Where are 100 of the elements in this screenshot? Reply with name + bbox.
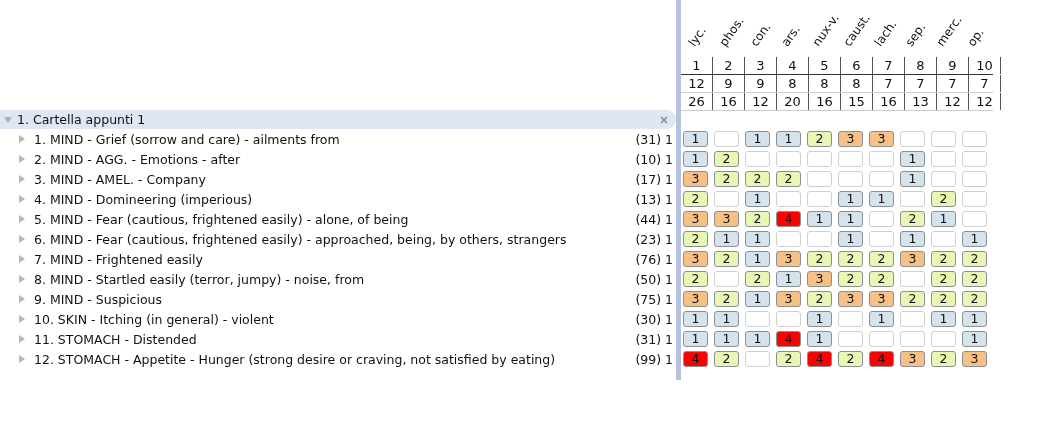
grade-cell: 2 (869, 271, 894, 287)
rubric-label[interactable]: 5. MIND - Fear (cautious, frightened easily) - alone, of being (34, 211, 636, 227)
expand-arrow-icon[interactable] (18, 295, 26, 303)
grade-cell: 1 (900, 231, 925, 247)
grade-cell: 1 (931, 311, 956, 327)
empty-grade-cell (776, 191, 801, 207)
grade-cell: 2 (962, 251, 987, 267)
grade-cell: 1 (714, 311, 739, 327)
grade-cell: 1 (745, 331, 770, 347)
empty-grade-cell (900, 271, 925, 287)
empty-grade-cell (962, 191, 987, 207)
grade-cell: 2 (962, 291, 987, 307)
expand-arrow-icon[interactable] (18, 235, 26, 243)
empty-grade-cell (962, 151, 987, 167)
empty-grade-cell (745, 151, 770, 167)
count-cell: 7 (873, 75, 905, 92)
empty-grade-cell (931, 171, 956, 187)
expand-arrow-icon[interactable] (18, 175, 26, 183)
grade-cell: 1 (838, 211, 863, 227)
grade-cell: 3 (869, 131, 894, 147)
expand-arrow-icon[interactable] (18, 315, 26, 323)
grade-cell: 1 (745, 251, 770, 267)
expand-arrow-icon[interactable] (18, 155, 26, 163)
rubric-label[interactable]: 7. MIND - Frightened easily (34, 251, 636, 267)
expand-arrow-icon[interactable] (18, 355, 26, 363)
grade-cell: 1 (962, 311, 987, 327)
expand-arrow-icon[interactable] (18, 195, 26, 203)
grade-cell: 2 (683, 231, 708, 247)
rubric-label[interactable]: 9. MIND - Suspicious (34, 291, 636, 307)
count-cell: 8 (809, 75, 841, 92)
folder-label: 1. Cartella appunti 1 (17, 112, 147, 127)
empty-grade-cell (869, 171, 894, 187)
grade-cell: 1 (776, 271, 801, 287)
empty-grade-cell (838, 151, 863, 167)
grade-cell: 2 (838, 271, 863, 287)
grade-cell: 2 (838, 251, 863, 267)
rubric-label[interactable]: 3. MIND - AMEL. - Company (34, 171, 636, 187)
expand-arrow-icon[interactable] (18, 335, 26, 343)
rubric-count: (30) 1 (635, 311, 673, 327)
rank-cell: 6 (841, 57, 873, 74)
close-icon[interactable] (660, 115, 668, 124)
rubric-label[interactable]: 4. MIND - Domineering (imperious) (34, 191, 636, 207)
splitter[interactable] (676, 0, 681, 380)
empty-grade-cell (807, 151, 832, 167)
empty-grade-cell (745, 351, 770, 367)
count-cell: 8 (777, 75, 809, 92)
rubric-count: (23) 1 (635, 231, 673, 247)
expand-arrow-icon[interactable] (18, 135, 26, 143)
count-cell: 12 (681, 75, 713, 92)
grade-cell: 2 (714, 351, 739, 367)
grade-cell: 4 (869, 351, 894, 367)
grade-cell: 2 (807, 131, 832, 147)
score-cell: 12 (745, 93, 777, 110)
count-cell: 7 (969, 75, 1001, 92)
empty-grade-cell (869, 331, 894, 347)
empty-grade-cell (745, 311, 770, 327)
grade-cell: 1 (838, 191, 863, 207)
empty-grade-cell (714, 191, 739, 207)
rank-cell: 1 (681, 57, 713, 74)
rubric-label[interactable]: 8. MIND - Startled easily (terror, jumpy) - noise, from (34, 271, 636, 287)
count-cell: 8 (841, 75, 873, 92)
rubric-label[interactable]: 10. SKIN - Itching (in general) - violent (34, 311, 636, 327)
grade-cell: 1 (745, 291, 770, 307)
expand-arrow-icon[interactable] (18, 275, 26, 283)
grade-cell: 2 (714, 171, 739, 187)
grade-cell: 1 (776, 131, 801, 147)
rank-cell: 10 (969, 57, 1001, 74)
rubric-label[interactable]: 6. MIND - Fear (cautious, frightened easily) - approached, being, by others, strangers (34, 231, 636, 247)
grade-cell: 2 (683, 271, 708, 287)
rubric-count: (75) 1 (635, 291, 673, 307)
empty-grade-cell (807, 231, 832, 247)
rubric-count: (76) 1 (635, 251, 673, 267)
grade-cell: 1 (838, 231, 863, 247)
rubric-label[interactable]: 1. MIND - Grief (sorrow and care) - ailments from (34, 131, 636, 147)
expand-arrow-icon[interactable] (18, 215, 26, 223)
grade-cell: 1 (683, 151, 708, 167)
rubric-label[interactable]: 2. MIND - AGG. - Emotions - after (34, 151, 636, 167)
rubric-label[interactable]: 11. STOMACH - Distended (34, 331, 636, 347)
grade-cell: 1 (807, 311, 832, 327)
empty-grade-cell (807, 191, 832, 207)
remedy-name: op. (964, 25, 987, 49)
empty-grade-cell (869, 211, 894, 227)
grade-cell: 3 (683, 211, 708, 227)
count-cell: 7 (937, 75, 969, 92)
empty-grade-cell (900, 191, 925, 207)
grade-cell: 2 (745, 211, 770, 227)
rank-cell: 4 (777, 57, 809, 74)
rubric-count: (44) 1 (635, 211, 673, 227)
grade-cell: 1 (745, 231, 770, 247)
grade-cell: 1 (900, 171, 925, 187)
grade-cell: 3 (869, 291, 894, 307)
rubric-label[interactable]: 12. STOMACH - Appetite - Hunger (strong desire or craving, not satisfied by eating) (34, 351, 636, 367)
remedy-name: con. (747, 20, 774, 49)
expand-arrow-icon[interactable] (4, 115, 12, 124)
remedy-name: lyc. (685, 23, 709, 49)
grade-cell: 1 (745, 191, 770, 207)
folder-row[interactable]: 1. Cartella appunti 1 (0, 110, 676, 129)
grade-cell: 2 (745, 171, 770, 187)
empty-grade-cell (838, 311, 863, 327)
expand-arrow-icon[interactable] (18, 255, 26, 263)
